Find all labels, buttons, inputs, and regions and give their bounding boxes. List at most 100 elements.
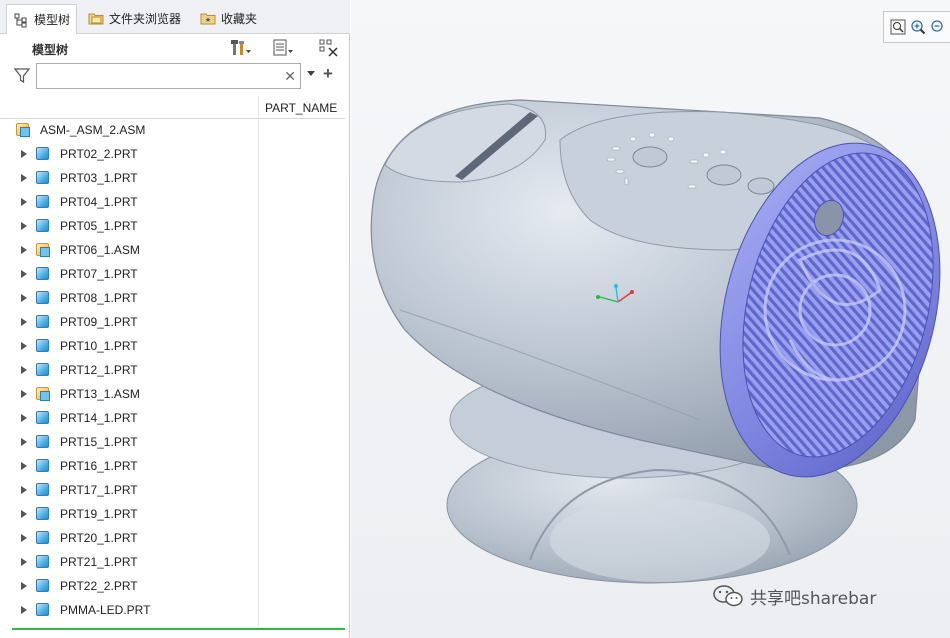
part-icon <box>36 147 49 160</box>
add-column-icon[interactable]: + <box>323 64 333 84</box>
tree-row[interactable]: PRT04_1.PRT <box>0 190 258 214</box>
expand-arrow-icon[interactable] <box>21 390 27 398</box>
expand-arrow-icon[interactable] <box>21 150 27 158</box>
tree-row[interactable]: PRT08_1.PRT <box>0 286 258 310</box>
tree-row[interactable]: PRT10_1.PRT <box>0 334 258 358</box>
search-options-dropdown-icon[interactable] <box>307 71 315 76</box>
expand-arrow-icon[interactable] <box>21 486 27 494</box>
tree-item-label: PRT09_1.PRT <box>60 315 138 329</box>
column-divider[interactable] <box>258 96 259 626</box>
tree-root-row[interactable]: ASM-_ASM_2.ASM <box>0 118 258 142</box>
tree-row[interactable]: PRT07_1.PRT <box>0 262 258 286</box>
tree-item-label: ASM-_ASM_2.ASM <box>40 123 146 137</box>
search-field[interactable]: ✕ <box>36 63 301 89</box>
expand-arrow-icon[interactable] <box>21 414 27 422</box>
fan-model[interactable] <box>351 0 950 638</box>
expand-arrow-icon[interactable] <box>21 534 27 542</box>
show-options-icon[interactable] <box>272 38 294 58</box>
expand-arrow-icon[interactable] <box>21 582 27 590</box>
tree-row[interactable]: PRT05_1.PRT <box>0 214 258 238</box>
tree-item-label: PRT21_1.PRT <box>60 555 138 569</box>
model-tree-icon <box>14 13 27 27</box>
expand-arrow-icon[interactable] <box>21 294 27 302</box>
folder-browser-icon <box>88 13 104 25</box>
tree-item-label: PRT13_1.ASM <box>60 387 140 401</box>
tab-label: 收藏夹 <box>221 11 258 26</box>
filter-icon[interactable] <box>14 68 30 84</box>
tree-row[interactable]: PRT19_1.PRT <box>0 502 258 526</box>
clear-search-icon[interactable]: ✕ <box>284 68 296 84</box>
tree-row[interactable]: PRT13_1.ASM <box>0 382 258 406</box>
expand-arrow-icon[interactable] <box>21 510 27 518</box>
zoom-in-icon[interactable] <box>910 19 926 35</box>
tree-filters-icon[interactable] <box>318 38 340 58</box>
expand-arrow-icon[interactable] <box>21 462 27 470</box>
panel-tabs: 模型树 文件夹浏览器 收藏夹 <box>0 0 350 34</box>
tree-row[interactable]: PMMA-LED.PRT <box>0 598 258 622</box>
tree-row[interactable]: PRT21_1.PRT <box>0 550 258 574</box>
expand-arrow-icon[interactable] <box>21 246 27 254</box>
tree-row[interactable]: PRT20_1.PRT <box>0 526 258 550</box>
expand-arrow-icon[interactable] <box>21 342 27 350</box>
part-icon <box>36 315 49 328</box>
model-tree-panel: 模型树 文件夹浏览器 收藏夹 模型树 ✕ + PART_NAME ASM-_AS… <box>0 0 350 638</box>
expand-arrow-icon[interactable] <box>21 366 27 374</box>
tree-row[interactable]: PRT02_2.PRT <box>0 142 258 166</box>
tree-row[interactable]: PRT15_1.PRT <box>0 430 258 454</box>
tree-row[interactable]: PRT22_2.PRT <box>0 574 258 598</box>
tree-item-label: PRT15_1.PRT <box>60 435 138 449</box>
tree-item-label: PRT20_1.PRT <box>60 531 138 545</box>
tree-item-label: PRT07_1.PRT <box>60 267 138 281</box>
expand-arrow-icon[interactable] <box>21 222 27 230</box>
tree-item-label: PRT14_1.PRT <box>60 411 138 425</box>
wechat-icon <box>713 585 743 607</box>
tree-row[interactable]: PRT14_1.PRT <box>0 406 258 430</box>
watermark-text: 共享吧sharebar <box>750 588 877 609</box>
tab-model-tree[interactable]: 模型树 <box>6 4 78 34</box>
view-toolbar <box>883 11 950 43</box>
part-icon <box>36 459 49 472</box>
expand-arrow-icon[interactable] <box>21 174 27 182</box>
part-icon <box>36 363 49 376</box>
settings-tools-icon[interactable] <box>230 38 252 58</box>
expand-arrow-icon[interactable] <box>21 558 27 566</box>
pane-title: 模型树 <box>32 43 69 57</box>
part-icon <box>36 531 49 544</box>
watermark: 共享吧sharebar <box>712 583 876 609</box>
tree-item-label: PRT22_2.PRT <box>60 579 138 593</box>
assembly-icon <box>36 387 50 401</box>
part-icon <box>36 411 49 424</box>
graphics-viewport[interactable] <box>351 0 950 638</box>
tree-row[interactable]: PRT06_1.ASM <box>0 238 258 262</box>
expand-arrow-icon[interactable] <box>21 318 27 326</box>
part-icon <box>36 291 49 304</box>
assembly-icon <box>16 123 30 137</box>
tree-row[interactable]: PRT17_1.PRT <box>0 478 258 502</box>
tab-folder-browser[interactable]: 文件夹浏览器 <box>88 6 181 30</box>
tree-item-label: PMMA-LED.PRT <box>60 603 151 617</box>
part-icon <box>36 339 49 352</box>
expand-arrow-icon[interactable] <box>21 606 27 614</box>
expand-arrow-icon[interactable] <box>21 270 27 278</box>
tab-favorites[interactable]: 收藏夹 <box>200 6 257 30</box>
tree-item-label: PRT04_1.PRT <box>60 195 138 209</box>
tree-item-label: PRT12_1.PRT <box>60 363 138 377</box>
part-icon <box>36 579 49 592</box>
zoom-fit-icon[interactable] <box>890 19 906 35</box>
part-icon <box>36 219 49 232</box>
tree-item-label: PRT03_1.PRT <box>60 171 138 185</box>
part-icon <box>36 483 49 496</box>
tree-row[interactable]: PRT03_1.PRT <box>0 166 258 190</box>
tree-item-label: PRT05_1.PRT <box>60 219 138 233</box>
zoom-out-icon[interactable] <box>930 19 946 35</box>
column-header-part-name[interactable]: PART_NAME <box>265 101 337 115</box>
progress-line <box>12 628 345 630</box>
expand-arrow-icon[interactable] <box>21 198 27 206</box>
tree-row[interactable]: PRT12_1.PRT <box>0 358 258 382</box>
search-input[interactable] <box>37 64 277 88</box>
tab-label: 模型树 <box>34 13 71 27</box>
part-icon <box>36 507 49 520</box>
tree-row[interactable]: PRT16_1.PRT <box>0 454 258 478</box>
expand-arrow-icon[interactable] <box>21 438 27 446</box>
tree-row[interactable]: PRT09_1.PRT <box>0 310 258 334</box>
